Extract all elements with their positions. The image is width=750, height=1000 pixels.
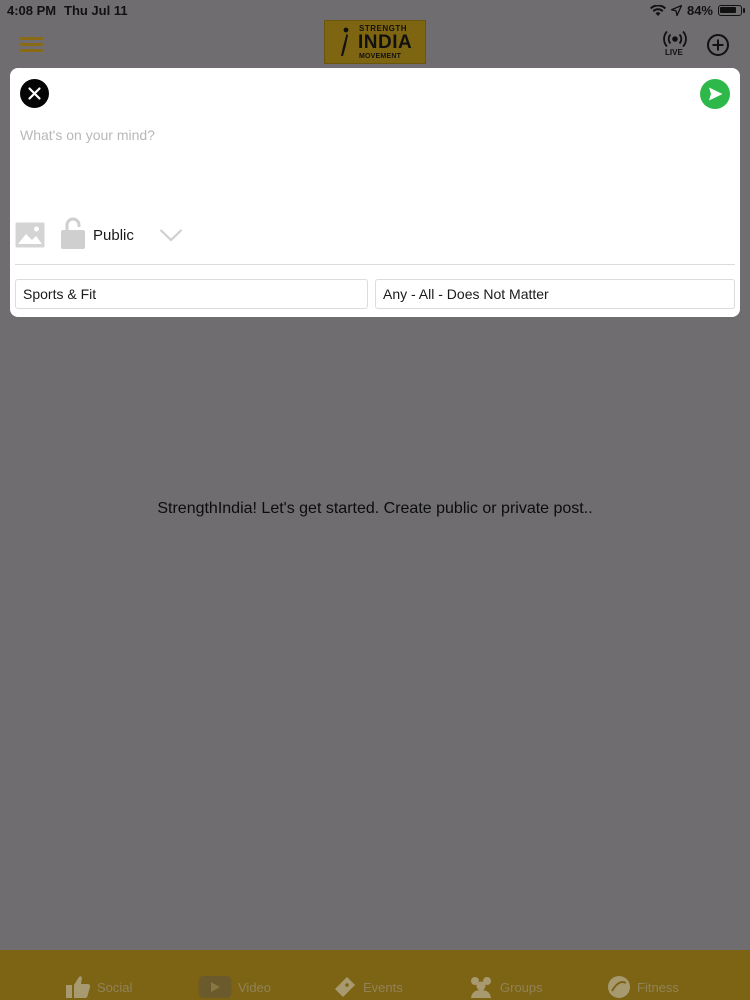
video-icon	[198, 976, 232, 998]
tab-events-label: Events	[363, 979, 403, 995]
tab-events[interactable]: Events	[333, 962, 403, 1000]
status-time: 4:08 PM	[7, 3, 57, 18]
bottom-tab-bar: Social Video Events Groups Fitness	[0, 950, 750, 1000]
privacy-lock-icon[interactable]	[60, 217, 86, 250]
audience-select[interactable]: Any - All - Does Not Matter	[375, 279, 735, 309]
strength-india-logo[interactable]: STRENGTH INDIA MOVEMENT	[324, 20, 426, 64]
close-icon	[28, 87, 41, 100]
tab-fitness[interactable]: Fitness	[607, 962, 679, 1000]
image-icon	[15, 222, 45, 248]
category-select[interactable]: Sports & Fit	[15, 279, 368, 309]
battery-icon	[718, 5, 745, 16]
status-bar: 4:08 PM Thu Jul 11 84%	[0, 0, 750, 20]
battery-percent: 84%	[686, 3, 713, 18]
send-arrow-icon	[709, 87, 723, 101]
runner-logo-icon	[341, 27, 349, 56]
empty-state-message: StrengthIndia! Let's get started. Create…	[157, 500, 593, 517]
tab-video[interactable]: Video	[198, 962, 271, 1000]
tab-fitness-label: Fitness	[637, 979, 679, 995]
plus-circle-icon	[707, 34, 729, 56]
tab-video-label: Video	[238, 979, 272, 995]
close-button[interactable]	[20, 79, 49, 108]
chevron-down-icon	[159, 229, 183, 242]
attach-image-button[interactable]	[15, 222, 45, 248]
status-date: Thu Jul 11	[64, 3, 128, 18]
thumbs-up-icon	[66, 976, 91, 998]
ticket-icon	[335, 977, 355, 997]
location-arrow-icon	[670, 5, 682, 16]
tab-groups[interactable]: Groups	[468, 962, 543, 1000]
logo-line-2: INDIA	[358, 32, 413, 53]
logo-line-3: MOVEMENT	[359, 53, 402, 60]
divider	[15, 264, 735, 265]
post-text-input[interactable]	[20, 123, 620, 147]
unlock-icon	[61, 217, 85, 249]
groups-icon	[471, 977, 491, 998]
tab-groups-label: Groups	[500, 979, 543, 995]
post-composer: Public Sports & Fit Any - All - Does Not…	[10, 68, 740, 317]
live-label: LIVE	[665, 48, 683, 57]
app-header: STRENGTH INDIA MOVEMENT LIVE	[0, 20, 750, 68]
tab-social-label: Social	[97, 979, 133, 995]
fitness-icon	[608, 976, 630, 998]
send-post-button[interactable]	[700, 79, 730, 109]
live-stream-button[interactable]: LIVE	[660, 31, 690, 59]
tab-social[interactable]: Social	[65, 962, 132, 1000]
status-right: 84%	[649, 3, 745, 18]
broadcast-icon	[663, 31, 687, 48]
hamburger-menu-icon[interactable]	[20, 37, 43, 52]
wifi-icon	[649, 4, 666, 16]
battery-fill	[720, 7, 736, 13]
privacy-dropdown[interactable]	[159, 228, 183, 242]
add-post-button[interactable]	[706, 33, 730, 57]
privacy-label[interactable]: Public	[93, 227, 134, 244]
